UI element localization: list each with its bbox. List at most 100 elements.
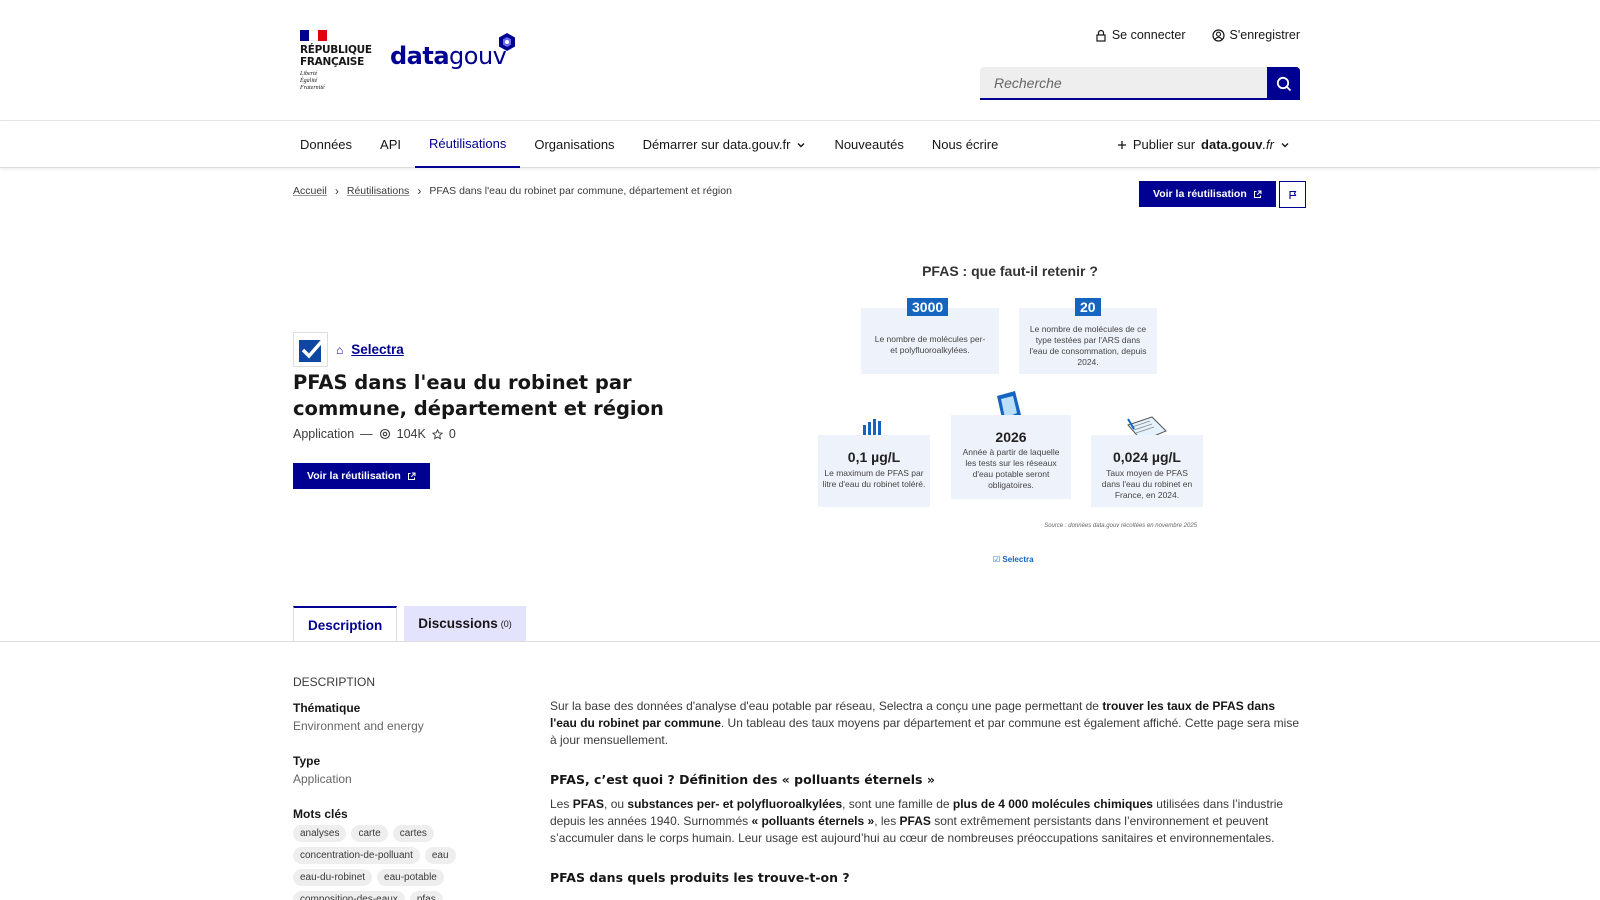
search-button[interactable] [1267, 67, 1300, 100]
publish-menu-button[interactable]: Publier sur data.gouv.fr [1117, 121, 1290, 168]
text: , sont une famille de [842, 797, 953, 811]
reuse-type: Application [293, 427, 355, 441]
bold-text: substances per- et polyfluoroalkylées [627, 797, 843, 811]
publish-prefix: Publier sur [1132, 137, 1196, 152]
keyword-tags: analyses carte cartes concentration-de-p… [293, 825, 538, 900]
tab-label: Discussions [418, 616, 498, 631]
infographic-brand: ☑ Selectra [993, 555, 1034, 564]
text: Les [550, 797, 573, 811]
building-icon: ⌂ [336, 342, 344, 357]
chevron-down-icon [1281, 142, 1289, 147]
reuse-title: PFAS dans l'eau du robinet par commune, … [293, 371, 664, 420]
keywords-label: Mots clés [293, 807, 348, 821]
text: , les [874, 814, 900, 828]
login-label: Se connecter [1111, 28, 1186, 42]
search-bar [980, 67, 1300, 100]
bold-text: PFAS [899, 814, 931, 828]
nav-item-nouveautes[interactable]: Nouveautés [820, 121, 917, 168]
report-button[interactable] [1279, 181, 1306, 208]
organization: ⌂ Selectra [293, 332, 404, 367]
rf-motto-3: Fraternité [300, 85, 325, 91]
login-link[interactable]: Se connecter [1095, 28, 1186, 42]
sidebar-heading: DESCRIPTION [293, 675, 376, 689]
flag-icon [1288, 190, 1296, 199]
stat-description: Taux moyen de PFAS dans l'eau du robinet… [1101, 468, 1193, 500]
plus-icon [1117, 140, 1126, 149]
keyword-tag[interactable]: analyses [293, 825, 347, 842]
star-icon [431, 428, 443, 440]
search-input[interactable] [980, 67, 1267, 100]
stat-card-molecules: 3000 Le nombre de molécules per- et poly… [861, 298, 999, 374]
stat-value: 0,1 µg/L [847, 449, 901, 465]
lock-icon [1096, 29, 1106, 42]
nav-item-demarrer[interactable]: Démarrer sur data.gouv.fr [629, 121, 821, 168]
rf-title-line2: FRANÇAISE [300, 56, 364, 68]
view-reuse-top-button[interactable]: Voir la réutilisation [1139, 181, 1276, 207]
infographic-title: PFAS : que faut-il retenir ? [922, 263, 1098, 279]
nav-item-label: Données [300, 137, 353, 152]
stat-card-average: 0,024 µg/L Taux moyen de PFAS dans l'eau… [1091, 435, 1203, 507]
tab-count: (0) [500, 618, 512, 629]
register-link[interactable]: S'enregistrer [1211, 28, 1300, 42]
reuse-image: PFAS : que faut-il retenir ? 3000 Le nom… [815, 255, 1205, 575]
reuse-meta: Application — 104K 0 [293, 427, 456, 441]
keyword-tag[interactable]: concentration-de-polluant [293, 847, 420, 864]
stat-card-year: 2026 Année à partir de laquelle les test… [951, 415, 1071, 499]
reuse-stars: 0 [448, 427, 456, 441]
eye-icon [379, 428, 390, 440]
tab-discussions[interactable]: Discussions (0) [404, 606, 526, 641]
tab-description[interactable]: Description [293, 606, 398, 642]
republique-francaise-logo[interactable]: RÉPUBLIQUE FRANÇAISE Liberté Égalité Fra… [300, 30, 372, 92]
stat-value: 0,024 µg/L [1113, 449, 1181, 465]
account-circle-icon [1211, 28, 1225, 42]
type-value: Application [293, 772, 352, 786]
organization-name[interactable]: Selectra [351, 342, 404, 357]
definition-paragraph: Les PFAS, ou substances per- et polyfluo… [550, 796, 1302, 847]
brand-part1: data [390, 42, 450, 70]
breadcrumb-current: PFAS dans l'eau du robinet par commune, … [429, 185, 732, 197]
keyword-tag[interactable]: cartes [392, 825, 434, 842]
description-sidebar: DESCRIPTION Thématique Environment and e… [293, 675, 533, 900]
reuse-views: 104K [396, 427, 426, 441]
bold-text: PFAS [572, 797, 605, 811]
nav-item-label: API [380, 137, 402, 152]
chevron-right-icon: › [417, 184, 422, 198]
stat-description: Année à partir de laquelle les tests sur… [962, 447, 1060, 490]
type-label: Type [293, 754, 321, 768]
stat-card-max: 0,1 µg/L Le maximum de PFAS par litre d'… [818, 435, 930, 507]
meta-separator: — [360, 427, 373, 441]
nav-item-label: Réutilisations [429, 136, 507, 151]
intro-paragraph: Sur la base des données d'analyse d'eau … [550, 698, 1302, 749]
view-reuse-button[interactable]: Voir la réutilisation [293, 463, 430, 489]
stat-value: 20 [1075, 298, 1101, 316]
site-header: RÉPUBLIQUE FRANÇAISE Liberté Égalité Fra… [0, 0, 1600, 121]
keyword-tag[interactable]: eau-potable [377, 869, 444, 886]
external-link-icon [1253, 190, 1262, 198]
main-navigation: Données API Réutilisations Organisations… [0, 121, 1600, 168]
nav-item-organisations[interactable]: Organisations [520, 121, 628, 168]
breadcrumb-home[interactable]: Accueil [293, 185, 327, 197]
view-reuse-label: Voir la réutilisation [307, 470, 401, 482]
chevron-down-icon [797, 142, 805, 147]
nav-item-nous-ecrire[interactable]: Nous écrire [918, 121, 1012, 168]
nav-item-label: Nouveautés [834, 137, 904, 152]
rf-title-line1: RÉPUBLIQUE [300, 44, 372, 56]
breadcrumb-reutilisations[interactable]: Réutilisations [347, 185, 409, 197]
nav-item-donnees[interactable]: Données [286, 121, 366, 168]
intro-text-1: Sur la base des données d'analyse d'eau … [550, 699, 1103, 713]
view-reuse-label: Voir la réutilisation [1153, 188, 1247, 200]
checkbox-logo-icon [298, 338, 324, 362]
breadcrumb: Accueil › Réutilisations › PFAS dans l'e… [293, 184, 732, 198]
organization-logo[interactable] [293, 332, 328, 367]
theme-label: Thématique [293, 701, 361, 715]
external-link-icon [407, 472, 416, 480]
keyword-tag[interactable]: eau-du-robinet [293, 869, 373, 886]
nav-item-api[interactable]: API [366, 121, 415, 168]
keyword-tag[interactable]: composition-des-eaux [293, 891, 405, 900]
section-heading-definition: PFAS, c’est quoi ? Définition des « poll… [550, 772, 935, 787]
keyword-tag[interactable]: carte [351, 825, 388, 842]
stat-card-tested: 20 Le nombre de molécules de ce type tes… [1019, 298, 1157, 374]
nav-item-reutilisations[interactable]: Réutilisations [415, 121, 521, 168]
keyword-tag[interactable]: pfas [409, 891, 443, 900]
keyword-tag[interactable]: eau [424, 847, 456, 864]
